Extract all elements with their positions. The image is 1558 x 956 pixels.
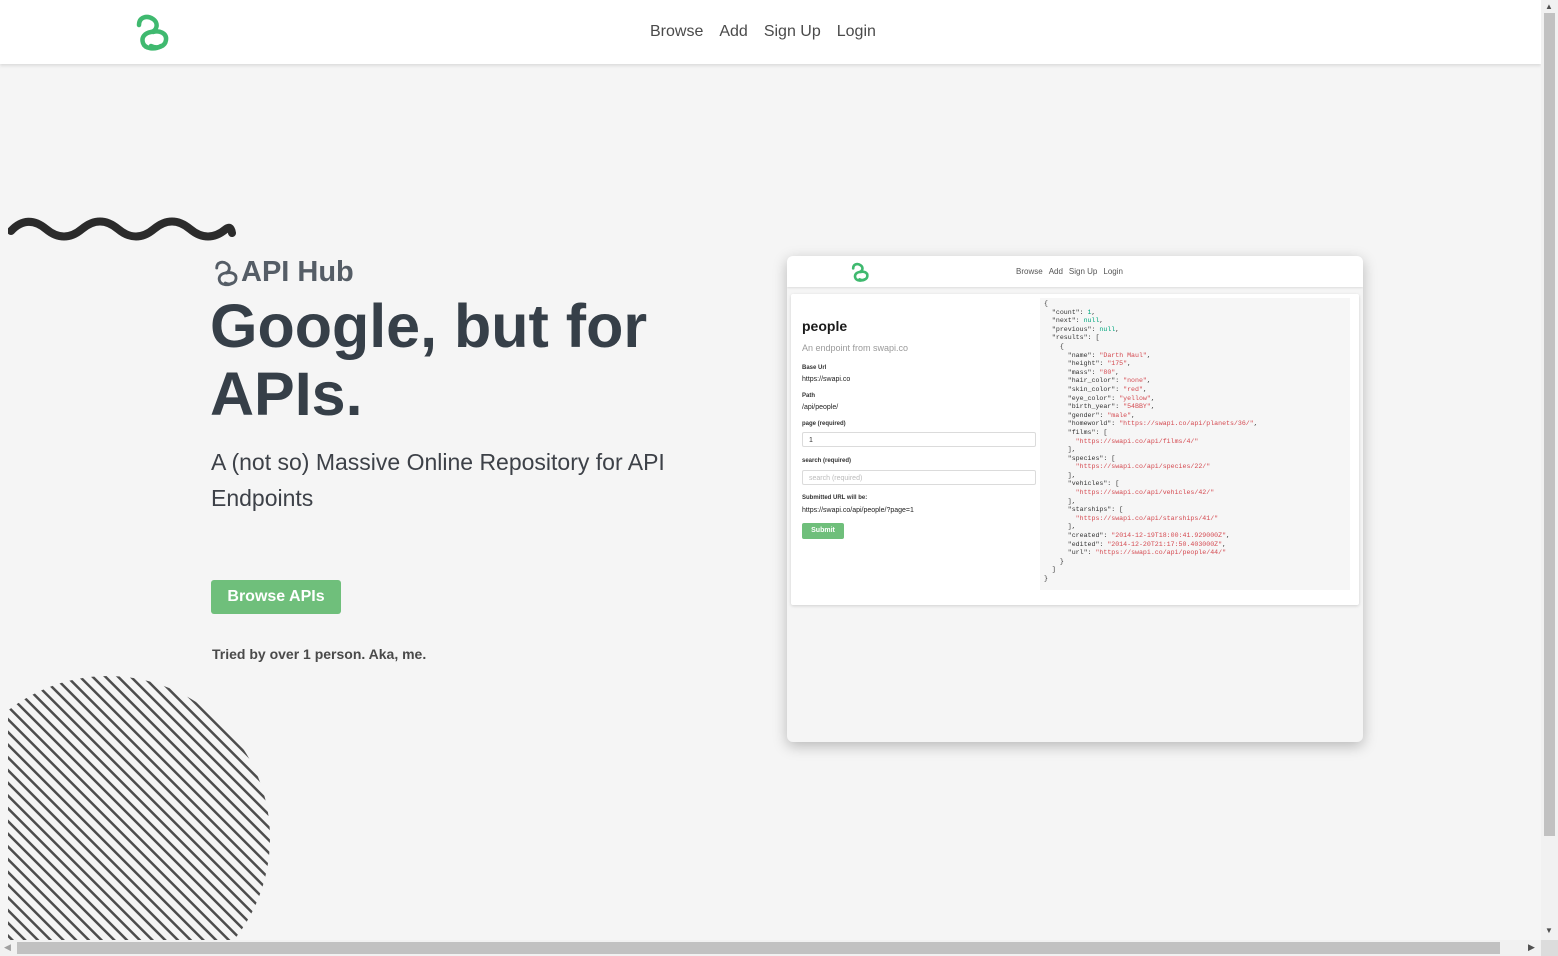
preview-base-url: https://swapi.co: [802, 376, 851, 383]
preview-path: /api/people/: [802, 404, 839, 411]
json-line: "starships": [: [1044, 506, 1124, 514]
scroll-up-arrow-icon[interactable]: ▲: [1545, 2, 1553, 11]
vertical-scrollbar[interactable]: ▲ ▼: [1541, 0, 1558, 940]
horizontal-scrollbar[interactable]: ◀ ▶: [0, 940, 1541, 956]
preview-path-label: Path: [802, 393, 816, 399]
preview-nav-link: Browse: [1016, 267, 1043, 276]
json-line: ]: [1044, 566, 1056, 574]
hero-brand: API Hub: [211, 256, 354, 289]
preview-json-response: { "count": 1, "next": null, "previous": …: [1040, 298, 1350, 590]
app-preview-image: Browse Add Sign Up Login people An endpo…: [787, 256, 1363, 742]
json-line: "next": null,: [1044, 317, 1104, 325]
json-line: "height": "175",: [1044, 360, 1132, 368]
json-line: ],: [1044, 523, 1076, 531]
json-line: "species": [: [1044, 454, 1116, 462]
json-line: "name": "Darth Maul",: [1044, 351, 1151, 359]
scroll-down-arrow-icon[interactable]: ▼: [1545, 926, 1553, 935]
json-line: "birth_year": "54BBY",: [1044, 403, 1155, 411]
preview-endpoint-name: people: [802, 318, 848, 334]
nav-links: Browse Add Sign Up Login: [642, 0, 884, 64]
preview-submitted-url: https://swapi.co/api/people/?page=1: [802, 507, 914, 514]
json-line: ],: [1044, 497, 1076, 505]
json-line: "vehicles": [: [1044, 480, 1120, 488]
json-line: "homeworld": "https://swapi.co/api/plane…: [1044, 420, 1258, 428]
json-line: "mass": "80",: [1044, 368, 1120, 376]
preview-endpoint-card: people An endpoint from swapi.co Base Ur…: [791, 294, 1359, 605]
chain-link-icon: [215, 260, 238, 286]
json-line: "created": "2014-12-19T18:00:41.929000Z"…: [1044, 532, 1230, 540]
top-navbar: Browse Add Sign Up Login: [0, 0, 1541, 64]
nav-signup-link[interactable]: Sign Up: [756, 23, 829, 41]
preview-endpoint-desc: An endpoint from swapi.co: [802, 343, 909, 353]
json-line: "hair_color": "none",: [1044, 377, 1151, 385]
preview-logo-icon: [851, 262, 869, 282]
scroll-right-arrow-icon[interactable]: ▶: [1528, 942, 1535, 953]
json-line: "https://swapi.co/api/vehicles/42/": [1075, 489, 1215, 497]
json-line: "count": 1,: [1044, 308, 1096, 316]
hero-brand-name: API Hub: [241, 256, 354, 288]
preview-submit-button: Submit: [802, 523, 844, 539]
scrollbar-corner: [1541, 940, 1558, 956]
nav-browse-link[interactable]: Browse: [642, 23, 711, 41]
json-line: "gender": "male",: [1044, 411, 1136, 419]
nav-login-link[interactable]: Login: [829, 23, 884, 41]
chain-link-logo-icon[interactable]: [131, 13, 173, 51]
preview-submitted-label: Submitted URL will be:: [802, 495, 868, 501]
preview-nav-link: Sign Up: [1068, 267, 1098, 276]
preview-page-label: page (required): [802, 421, 846, 427]
preview-page-input: 1: [802, 432, 1036, 447]
hero-title: Google, but for APIs.: [210, 292, 648, 428]
scroll-left-arrow-icon[interactable]: ◀: [4, 942, 11, 953]
json-line: "results": [: [1044, 334, 1100, 342]
preview-search-input: search (required): [802, 470, 1036, 485]
json-line: {: [1044, 300, 1048, 307]
json-line: }: [1044, 557, 1064, 565]
json-line: "https://swapi.co/api/species/22/": [1075, 463, 1211, 471]
preview-navbar: Browse Add Sign Up Login: [787, 256, 1363, 287]
json-line: "skin_color": "red",: [1044, 385, 1147, 393]
json-line: "previous": null,: [1044, 325, 1120, 333]
preview-nav-link: Login: [1103, 267, 1123, 276]
nav-add-link[interactable]: Add: [711, 23, 755, 41]
preview-nav-links: Browse Add Sign Up Login: [1013, 256, 1126, 287]
preview-nav-link: Add: [1048, 267, 1063, 276]
squiggle-decoration: [8, 217, 236, 241]
hero-description: A (not so) Massive Online Repository for…: [211, 449, 665, 511]
json-line: "eye_color": "yellow",: [1044, 394, 1155, 402]
json-line: "films": [: [1044, 428, 1108, 436]
json-line: "https://swapi.co/api/films/4/": [1075, 437, 1199, 445]
browse-apis-button[interactable]: Browse APIs: [211, 580, 341, 614]
json-line: ],: [1044, 446, 1076, 454]
hatched-circle-decoration: [8, 676, 270, 940]
json-line: "url": "https://swapi.co/api/people/44/": [1044, 549, 1227, 557]
hero-tagline: Tried by over 1 person. Aka, me.: [212, 646, 427, 662]
horizontal-scroll-thumb[interactable]: [17, 942, 1500, 954]
preview-base-url-label: Base Url: [802, 365, 827, 371]
json-line: {: [1044, 342, 1064, 350]
json-line: "https://swapi.co/api/starships/41/": [1075, 514, 1219, 522]
vertical-scroll-thumb[interactable]: [1544, 13, 1555, 836]
preview-search-label: search (required): [802, 458, 852, 464]
json-line: "edited": "2014-12-20T21:17:50.403000Z",: [1044, 540, 1227, 548]
json-line: ],: [1044, 471, 1076, 479]
json-line: }: [1044, 575, 1048, 582]
